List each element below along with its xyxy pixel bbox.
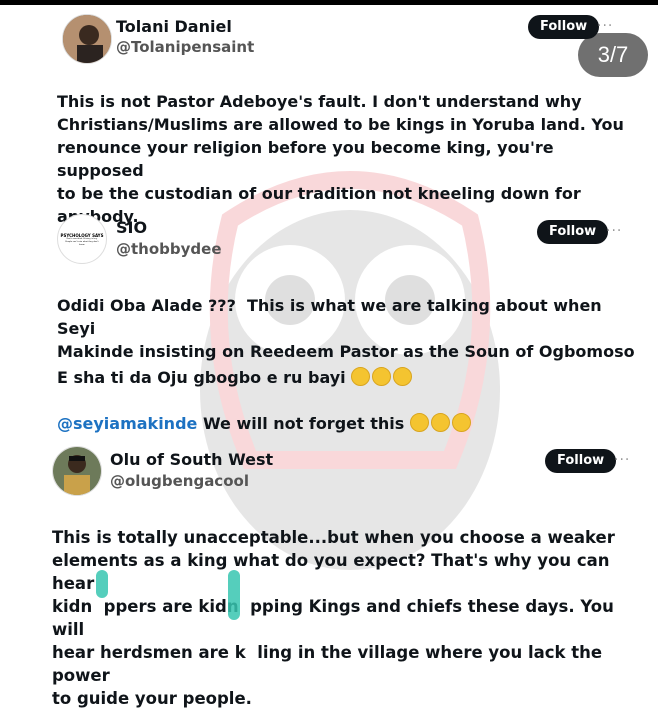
censor-mark [228,570,240,620]
censor-mark [96,570,108,598]
more-options-icon[interactable]: ··· [614,452,630,468]
crying-emoji-icon [393,367,413,386]
avatar[interactable]: PSYCHOLOGY SAYS Don't overthink. Privacy… [57,214,107,264]
display-name[interactable]: Tolani Daniel [116,17,232,36]
tweet-mention-line: @seyiamakinde We will not forget this [57,412,637,435]
tweet-header-sio: PSYCHOLOGY SAYS Don't overthink. Privacy… [0,210,658,270]
thinking-emoji-icon [430,413,450,432]
more-options-icon[interactable]: ··· [597,18,613,34]
avatar[interactable] [52,446,102,496]
tweet-text: This is totally unacceptable...but when … [52,528,615,708]
user-photo-icon [53,447,101,495]
tweet-header-olu: Olu of South West @olugbengacool Follow … [0,440,658,500]
tweet-text: This is not Pastor Adeboye's fault. I do… [57,92,624,226]
crying-emoji-icon [372,367,392,386]
thinking-emoji-icon [409,413,429,432]
more-options-icon[interactable]: ··· [606,223,622,239]
tweet-header-tolani: Tolani Daniel @Tolanipensaint Follow ··· [0,10,658,70]
thinking-emoji-icon [451,413,471,432]
user-handle[interactable]: @thobbydee [116,240,222,258]
tweet-text: Odidi Oba Alade ??? This is what we are … [57,296,635,361]
crying-emoji-icon [351,367,371,386]
tweet-text-segment: We will not forget this [197,414,405,433]
avatar-subcaption: Don't overthink. Privacy is key. People … [65,238,99,246]
follow-button[interactable]: Follow [528,15,600,39]
tweet-text-segment: E sha ti da Oju gbogbo e ru bayi [57,368,346,387]
user-handle[interactable]: @olugbengacool [110,472,249,490]
follow-button[interactable]: Follow [537,220,609,244]
display-name[interactable]: Olu of South West [110,450,273,469]
tweet-text-line: E sha ti da Oju gbogbo e ru bayi [57,366,637,389]
mention-link[interactable]: @seyiamakinde [57,414,197,433]
user-handle[interactable]: @Tolanipensaint [116,38,254,56]
avatar[interactable] [62,14,112,64]
user-photo-icon [63,15,111,63]
follow-button[interactable]: Follow [545,449,617,473]
top-bar [0,0,658,5]
display-name[interactable]: SIO [116,218,147,237]
